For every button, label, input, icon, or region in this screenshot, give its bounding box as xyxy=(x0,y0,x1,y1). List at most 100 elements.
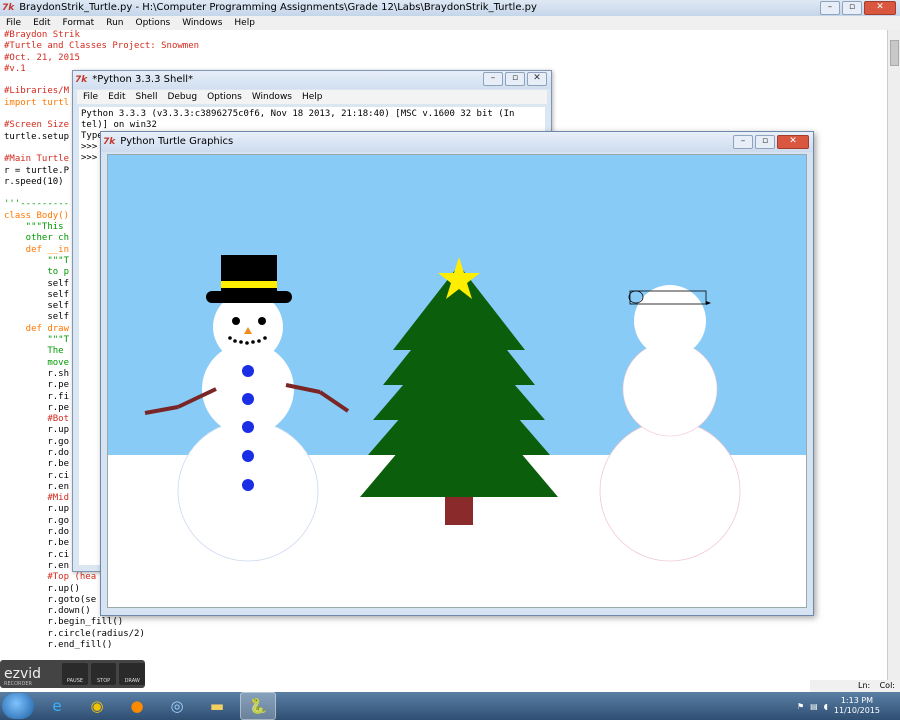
close-button[interactable]: ✕ xyxy=(777,135,809,149)
code-line: r.speed(10) xyxy=(4,176,64,187)
maximize-button[interactable]: ▫ xyxy=(842,1,862,15)
code-line: self xyxy=(4,301,70,312)
ezvid-logo: ezvid RECORDER xyxy=(4,666,42,687)
code-line: r.begin_fill() xyxy=(4,617,124,628)
code-line: #Mid xyxy=(4,493,70,504)
code-line: r.goto(se xyxy=(4,594,97,605)
code-line: self xyxy=(4,312,70,323)
code-line: r.go xyxy=(4,436,70,447)
code-line: """T xyxy=(4,335,70,346)
network-icon[interactable]: ▤ xyxy=(810,702,818,711)
menu-help[interactable]: Help xyxy=(234,16,255,30)
stop-button[interactable]: STOP xyxy=(90,663,117,685)
code-line: r.ci xyxy=(4,549,70,560)
code-line: r.end_fill() xyxy=(4,640,113,651)
code-line: other ch xyxy=(4,233,70,244)
editor-titlebar[interactable]: 7k BraydonStrik_Turtle.py - H:\Computer … xyxy=(0,0,900,16)
pause-button[interactable]: PAUSE xyxy=(62,663,88,685)
chrome-icon[interactable]: ◉ xyxy=(80,693,114,719)
snowman-bottom xyxy=(599,420,741,562)
clock[interactable]: 1:13 PM 11/10/2015 xyxy=(834,696,880,716)
snowman-head xyxy=(634,285,706,357)
button xyxy=(242,393,254,405)
python-idle-taskbar-icon[interactable]: 🐍 xyxy=(240,692,276,720)
code-line: """T xyxy=(4,255,70,266)
hat-band xyxy=(221,281,277,288)
menu-options[interactable]: Options xyxy=(135,16,170,30)
menu-windows[interactable]: Windows xyxy=(182,16,222,30)
code-line: r.sh xyxy=(4,368,70,379)
minimize-button[interactable]: – xyxy=(733,135,753,149)
code-line: r.en xyxy=(4,560,70,571)
button xyxy=(242,450,254,462)
shell-menu-options[interactable]: Options xyxy=(207,90,242,104)
editor-menubar: File Edit Format Run Options Windows Hel… xyxy=(0,16,900,30)
menu-run[interactable]: Run xyxy=(106,16,123,30)
editor-title: BraydonStrik_Turtle.py - H:\Computer Pro… xyxy=(19,2,537,13)
shell-menu-debug[interactable]: Debug xyxy=(167,90,197,104)
code-line: class Body() xyxy=(4,210,70,221)
code-line: self xyxy=(4,289,70,300)
python-idle-icon: 7k xyxy=(2,3,15,13)
code-line: r.go xyxy=(4,515,70,526)
code-line: r.up xyxy=(4,425,70,436)
maximize-button[interactable]: ▫ xyxy=(505,72,525,86)
draw-button[interactable]: DRAW xyxy=(119,663,145,685)
close-button[interactable]: ✕ xyxy=(864,1,896,15)
code-line: r.be xyxy=(4,538,70,549)
scroll-thumb[interactable] xyxy=(890,40,899,66)
code-line: '''--------- xyxy=(4,199,70,210)
status-bar: Ln: 1 Col: 0 xyxy=(810,680,900,702)
flag-icon[interactable]: ⚑ xyxy=(797,702,804,711)
code-line: #Bot xyxy=(4,414,70,425)
eye-right xyxy=(258,317,266,325)
editor-scrollbar[interactable] xyxy=(887,30,900,680)
code-line: import turtl xyxy=(4,97,70,108)
status-col: Col: 0 xyxy=(879,681,895,702)
turtle-title: Python Turtle Graphics xyxy=(120,136,234,147)
code-line: #Main Turtle xyxy=(4,154,70,165)
shell-menu-edit[interactable]: Edit xyxy=(108,90,125,104)
close-button[interactable]: ✕ xyxy=(527,72,547,86)
menu-edit[interactable]: Edit xyxy=(33,16,50,30)
menu-format[interactable]: Format xyxy=(63,16,95,30)
code-line: def draw xyxy=(4,323,70,334)
eye-left xyxy=(232,317,240,325)
shell-menu-windows[interactable]: Windows xyxy=(252,90,292,104)
turtle-titlebar[interactable]: 7k Python Turtle Graphics – ▫ ✕ xyxy=(101,132,813,152)
turtle-canvas[interactable] xyxy=(107,154,807,608)
menu-file[interactable]: File xyxy=(6,16,21,30)
shell-menu-file[interactable]: File xyxy=(83,90,98,104)
code-line: #Braydon Strik xyxy=(4,30,80,40)
python-idle-icon: 7k xyxy=(103,137,116,147)
code-line: #Screen Size xyxy=(4,120,70,131)
shell-menu-shell[interactable]: Shell xyxy=(136,90,158,104)
code-line: def __in xyxy=(4,244,70,255)
code-line: move xyxy=(4,357,70,368)
file-explorer-icon[interactable]: ▬ xyxy=(200,693,234,719)
code-line: turtle.setup xyxy=(4,131,70,142)
volume-icon[interactable]: ◖ xyxy=(824,702,828,711)
safari-icon[interactable]: ◎ xyxy=(160,693,194,719)
minimize-button[interactable]: – xyxy=(820,1,840,15)
taskbar: e ◉ ● ◎ ▬ 🐍 ⚑ ▤ ◖ 1:13 PM 11/10/2015 xyxy=(0,692,900,720)
shell-line: Python 3.3.3 (v3.3.3:c3896275c0f6, Nov 1… xyxy=(81,109,515,119)
code-line: r.up() xyxy=(4,583,80,594)
shell-titlebar[interactable]: 7k *Python 3.3.3 Shell* – ▫ ✕ xyxy=(73,71,551,89)
maximize-button[interactable]: ▫ xyxy=(755,135,775,149)
code-line: r.do xyxy=(4,527,70,538)
shell-line: tel)] on win32 xyxy=(81,120,157,130)
start-button[interactable] xyxy=(2,693,34,719)
firefox-icon[interactable]: ● xyxy=(120,693,154,719)
button xyxy=(242,365,254,377)
button xyxy=(242,421,254,433)
code-line: #Turtle and Classes Project: Snowmen xyxy=(4,41,200,52)
shell-title: *Python 3.3.3 Shell* xyxy=(92,74,194,85)
code-line: r.en xyxy=(4,481,70,492)
minimize-button[interactable]: – xyxy=(483,72,503,86)
code-line: r = turtle.P xyxy=(4,165,70,176)
shell-menubar: File Edit Shell Debug Options Windows He… xyxy=(77,90,547,104)
internet-explorer-icon[interactable]: e xyxy=(40,693,74,719)
system-tray: ⚑ ▤ ◖ 1:13 PM 11/10/2015 xyxy=(797,692,900,720)
shell-menu-help[interactable]: Help xyxy=(302,90,323,104)
